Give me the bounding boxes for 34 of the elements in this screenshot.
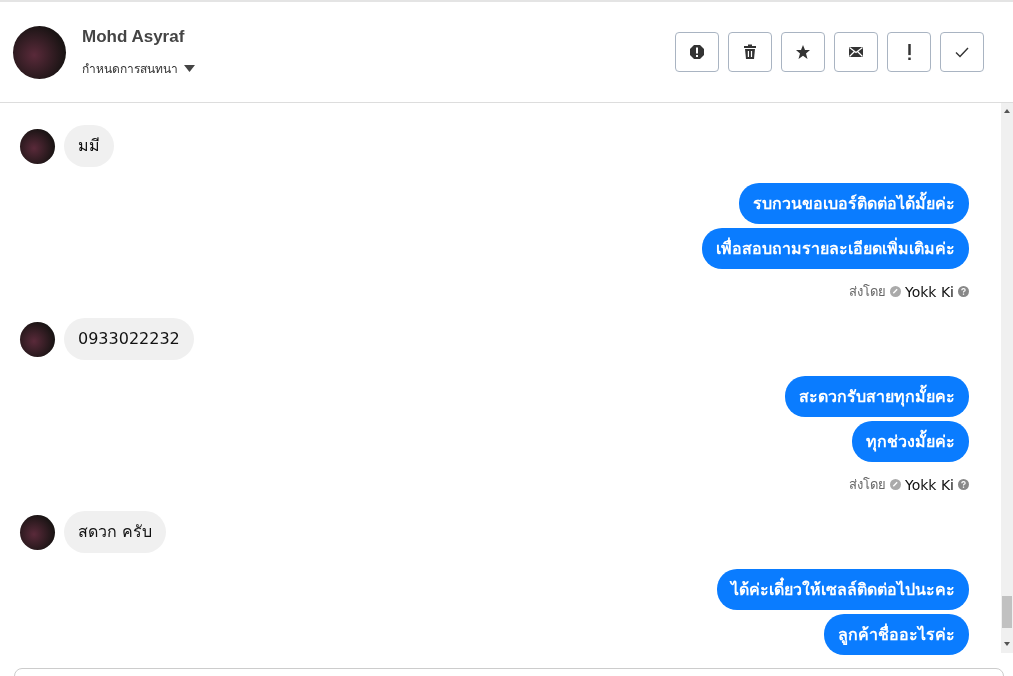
star-icon xyxy=(795,44,811,60)
alert-octagon-icon xyxy=(689,44,705,60)
verified-icon xyxy=(890,286,901,297)
agent-name: Yokk Ki xyxy=(905,476,954,493)
trash-icon xyxy=(742,44,758,60)
message-bubble: เพื่อสอบถามรายละเอียดเพิ่มเติมค่ะ xyxy=(702,228,969,269)
message-bubble: ทุกช่วงมั้ยค่ะ xyxy=(852,421,969,462)
message-bubble: สดวก ครับ xyxy=(64,511,167,553)
envelope-icon xyxy=(848,44,864,60)
sent-by-label: ส่งโดย xyxy=(849,283,886,301)
avatar-photo xyxy=(13,25,66,79)
caret-icon xyxy=(184,64,195,72)
avatar-photo xyxy=(20,514,55,550)
toolbar-button[interactable] xyxy=(728,32,772,72)
help-icon xyxy=(958,479,969,490)
toolbar-button[interactable] xyxy=(675,32,719,72)
toolbar-button[interactable] xyxy=(834,32,878,72)
message-bubble: ลูกค้าชื่ออะไรค่ะ xyxy=(824,614,969,655)
message-bubble: มมี xyxy=(64,125,114,167)
avatar-photo xyxy=(20,128,55,164)
message-bubble: รบกวนขอเบอร์ติดต่อได้มั้ยค่ะ xyxy=(739,183,969,224)
agent-name: Yokk Ki xyxy=(905,283,954,300)
contact-name: Mohd Asyraf xyxy=(82,26,186,47)
toolbar-button[interactable] xyxy=(887,32,931,72)
message-bubble: ได้ค่ะเดี๋ยวให้เซลล์ติดต่อไปนะคะ xyxy=(717,569,969,610)
help-icon xyxy=(958,286,969,297)
conversation-menu[interactable]: กำหนดการสนทนา xyxy=(82,58,675,78)
verified-icon xyxy=(890,479,901,490)
exclamation-icon xyxy=(907,44,911,60)
avatar-photo xyxy=(20,321,55,357)
toolbar-button[interactable] xyxy=(781,32,825,72)
message-bubble: 0933022232 xyxy=(64,318,194,360)
sent-by-label: ส่งโดย xyxy=(849,476,886,494)
message-bubble: สะดวกรับสายทุกมั้ยคะ xyxy=(785,376,969,417)
